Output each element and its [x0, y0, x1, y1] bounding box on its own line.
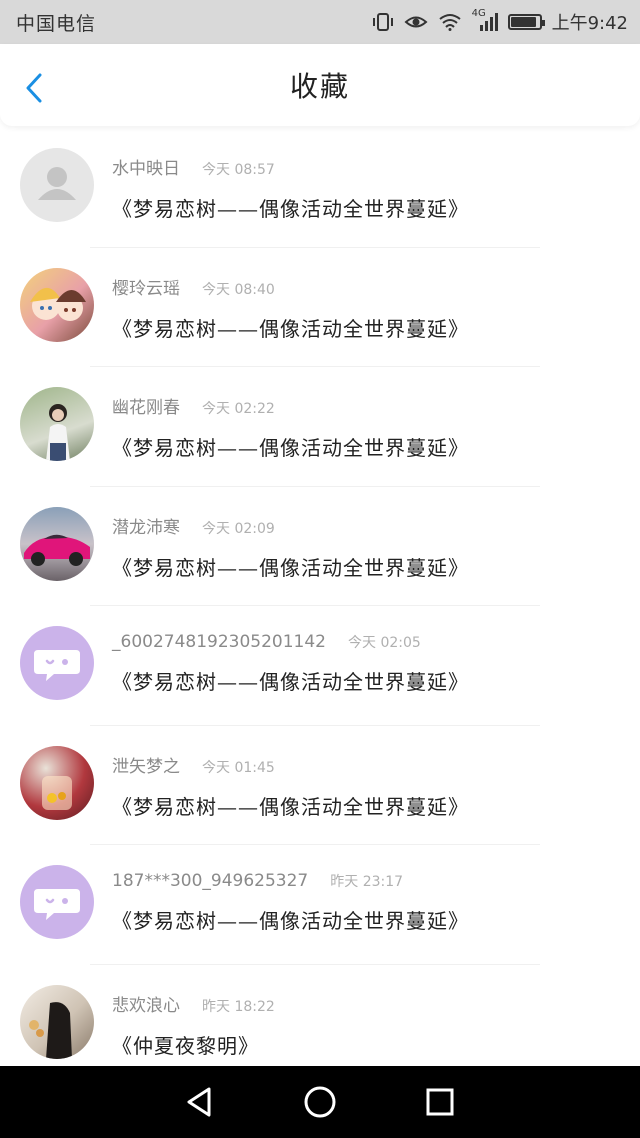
- chat-bubble-icon: [34, 889, 80, 920]
- timestamp: 今天 02:09: [202, 520, 275, 537]
- photo-girl-dark-image: [29, 1001, 72, 1059]
- triangle-back-icon: [187, 1087, 211, 1117]
- timestamp: 昨天 23:17: [330, 874, 404, 890]
- nav-recents-button[interactable]: [420, 1082, 460, 1122]
- photo-girl-image: [46, 404, 70, 461]
- circle-home-icon: [304, 1086, 336, 1118]
- list-item[interactable]: 潜龙沛寒 今天 02:09 《梦易恋树——偶像活动全世界蔓延》: [0, 487, 640, 607]
- username: 潜龙沛寒: [112, 517, 180, 538]
- chevron-left-icon: [26, 73, 42, 103]
- item-title: 《仲夏夜黎明》: [112, 1033, 259, 1058]
- wifi-icon: [438, 13, 462, 31]
- avatar: [20, 506, 94, 581]
- avatar: [20, 267, 94, 342]
- nav-back-button[interactable]: [180, 1082, 220, 1122]
- timestamp: 今天 02:22: [202, 401, 275, 417]
- list-item[interactable]: 幽花刚春 今天 02:22 《梦易恋树——偶像活动全世界蔓延》: [0, 367, 640, 487]
- clock-label: 上午9:42: [551, 13, 628, 34]
- username: 187***300_949625327: [112, 871, 309, 891]
- default-person-icon: [38, 167, 76, 200]
- item-title: 《梦易恋树——偶像活动全世界蔓延》: [112, 197, 469, 221]
- list-item[interactable]: 泄矢梦之 今天 01:45 《梦易恋树——偶像活动全世界蔓延》: [0, 726, 640, 846]
- header: 收藏: [0, 44, 640, 126]
- avatar: [20, 865, 94, 939]
- item-title: 《梦易恋树——偶像活动全世界蔓延》: [112, 436, 469, 460]
- avatar: [20, 745, 94, 820]
- signal-icon: 4G: [472, 8, 498, 32]
- list-item[interactable]: 樱玲云瑶 今天 08:40 《梦易恋树——偶像活动全世界蔓延》: [0, 248, 640, 368]
- username: 水中映日: [112, 159, 180, 179]
- timestamp: 今天 08:57: [202, 162, 275, 178]
- username: _6002748192305201142: [112, 632, 327, 652]
- item-title: 《梦易恋树——偶像活动全世界蔓延》: [112, 555, 469, 580]
- avatar: [20, 626, 94, 700]
- username: 幽花刚春: [112, 398, 180, 418]
- timestamp: 昨天 18:22: [202, 998, 275, 1015]
- page-title: 收藏: [289, 70, 350, 103]
- battery-fill: [510, 17, 536, 27]
- item-title: 《梦易恋树——偶像活动全世界蔓延》: [112, 316, 469, 341]
- square-recents-icon: [426, 1088, 454, 1116]
- jar-photo-image: [42, 775, 72, 810]
- list-item[interactable]: _6002748192305201142 今天 02:05 《梦易恋树——偶像活…: [0, 606, 640, 726]
- username: 悲欢浪心: [112, 995, 180, 1016]
- nav-home-button[interactable]: [300, 1082, 340, 1122]
- item-title: 《梦易恋树——偶像活动全世界蔓延》: [112, 794, 469, 819]
- item-title: 《梦易恋树——偶像活动全世界蔓延》: [112, 670, 469, 694]
- battery-icon: [507, 14, 545, 30]
- list-item[interactable]: 187***300_949625327 昨天 23:17 《梦易恋树——偶像活动…: [0, 845, 640, 965]
- avatar: [20, 148, 94, 222]
- timestamp: 今天 08:40: [202, 281, 275, 298]
- system-nav-bar: [0, 1066, 640, 1138]
- username: 樱玲云瑶: [112, 278, 180, 299]
- carrier-label: 中国电信: [16, 12, 97, 35]
- eye-icon: [404, 13, 428, 31]
- item-title: 《梦易恋树——偶像活动全世界蔓延》: [112, 909, 469, 933]
- list-item[interactable]: 水中映日 今天 08:57 《梦易恋树——偶像活动全世界蔓延》: [0, 128, 640, 248]
- status-bar: 中国电信 4G 上午9:42: [0, 0, 640, 44]
- favorites-list: 水中映日 今天 08:57 《梦易恋树——偶像活动全世界蔓延》 樱玲云瑶 今天 …: [0, 128, 640, 1066]
- username: 泄矢梦之: [112, 756, 180, 777]
- network-type-label: 4G: [471, 8, 486, 19]
- anime-girls-image: [30, 287, 86, 321]
- timestamp: 今天 02:05: [348, 635, 421, 651]
- avatar: [20, 984, 94, 1059]
- avatar: [20, 387, 94, 461]
- status-icons: 4G 上午9:42: [372, 8, 628, 35]
- list-item[interactable]: 悲欢浪心 昨天 18:22 《仲夏夜黎明》: [0, 965, 640, 1067]
- pink-car-image: [24, 534, 90, 566]
- back-button[interactable]: [18, 72, 50, 104]
- timestamp: 今天 01:45: [202, 759, 275, 776]
- vibrate-icon: [372, 12, 394, 32]
- chat-bubble-icon: [34, 650, 80, 681]
